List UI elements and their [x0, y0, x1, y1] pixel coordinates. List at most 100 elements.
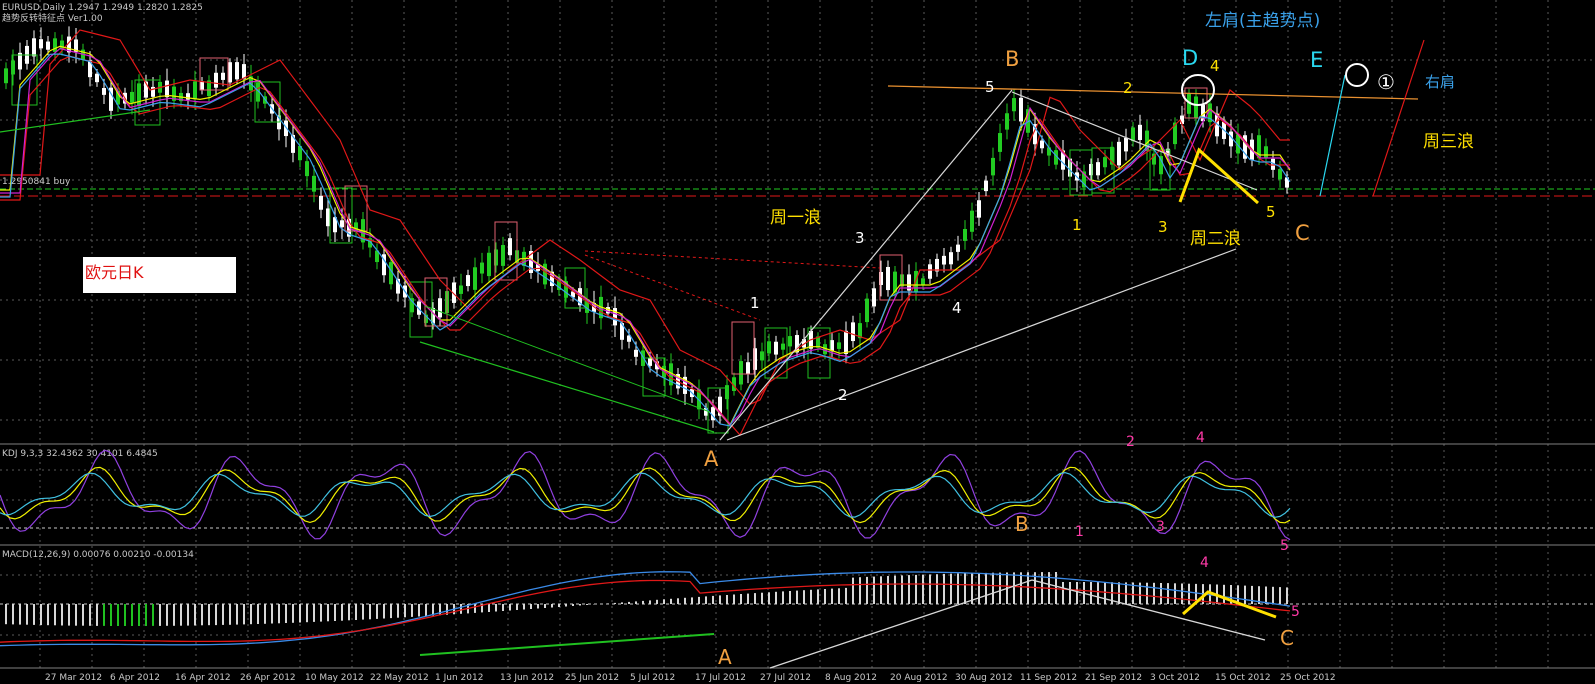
candle-body [501, 245, 505, 266]
x-axis-label: 10 May 2012 [305, 673, 364, 683]
x-axis-label: 13 Jun 2012 [500, 673, 554, 683]
kdj-label-5: 5 [1280, 538, 1289, 554]
x-axis-label: 15 Oct 2012 [1215, 673, 1271, 683]
candle-body [788, 336, 792, 347]
candle-body [928, 264, 932, 279]
label-D-main: D [1182, 46, 1198, 70]
candle-body [1131, 127, 1135, 142]
x-axis-label: 3 Oct 2012 [1150, 673, 1200, 683]
x-axis-label: 25 Oct 2012 [1280, 673, 1336, 683]
x-axis-label: 25 Jun 2012 [565, 673, 619, 683]
candle-body [508, 238, 512, 256]
candle-body [487, 252, 491, 277]
candle-body [32, 38, 36, 57]
candle-body [4, 68, 8, 84]
label-right-shoulder: 右肩 [1425, 73, 1455, 91]
candle-body [956, 244, 960, 252]
candle-body [340, 220, 344, 228]
label-2-wave: 2 [838, 386, 848, 404]
label-4-wave: 4 [952, 299, 962, 317]
candle-body [186, 93, 190, 100]
label-E-main: E [1310, 48, 1323, 72]
candle-body [459, 285, 463, 294]
label-wave-week3: 周三浪 [1423, 132, 1474, 152]
candle-body [165, 80, 169, 98]
label-5-upper: 5 [1266, 203, 1276, 221]
candle-body [53, 38, 57, 52]
label-C-main: C [1295, 221, 1310, 245]
candle-body [1012, 98, 1016, 112]
macd-label-4: 4 [1200, 555, 1209, 571]
candle-body [95, 73, 99, 83]
price-tag: 1.2950841 buy [2, 177, 71, 187]
candle-body [865, 298, 869, 323]
x-axis-label: 27 Jul 2012 [760, 673, 811, 683]
label-3-wave: 3 [855, 229, 865, 247]
candle-body [1264, 146, 1268, 158]
candle-body [193, 81, 197, 100]
candle-body [473, 267, 477, 290]
x-axis-label: 1 Jun 2012 [435, 673, 483, 683]
kdj-label-4: 4 [1196, 430, 1205, 446]
candle-body [963, 229, 967, 241]
indicator-line: 趋势反转特征点 Ver1.00 [2, 12, 103, 24]
candle-body [1124, 137, 1128, 152]
candle-body [830, 340, 834, 351]
candle-body [46, 41, 50, 50]
candle-body [480, 262, 484, 274]
candle-body [851, 322, 855, 342]
candle-body [1019, 97, 1023, 122]
label-top-title: 左肩(主趋势点) [1205, 11, 1320, 31]
candle-body [200, 81, 204, 91]
candle-body [921, 278, 925, 286]
candle-body [130, 91, 134, 103]
x-axis-label: 8 Aug 2012 [825, 673, 877, 683]
candle-body [837, 342, 841, 349]
candle-body [1117, 141, 1121, 166]
macd-label-C: C [1280, 626, 1294, 650]
label-4-D: 4 [1210, 57, 1220, 75]
candle-body [228, 62, 232, 83]
x-axis-label: 16 Apr 2012 [175, 673, 231, 683]
label-5-B: 5 [985, 78, 995, 96]
kdj-header: KDJ 9,3,3 32.4362 30.4101 6.4845 [2, 449, 158, 459]
label-circled-one: ① [1377, 70, 1395, 94]
x-axis-label: 11 Sep 2012 [1020, 673, 1077, 683]
label-2-upper: 2 [1123, 79, 1133, 97]
macd-label-5: 5 [1291, 604, 1300, 620]
candle-body [767, 341, 771, 354]
candle-body [844, 330, 848, 354]
kdj-label-3: 3 [1156, 519, 1165, 535]
candle-body [326, 208, 330, 227]
symbol-line: EURUSD,Daily 1.2947 1.2949 1.2820 1.2825 [2, 3, 203, 13]
candle-body [214, 72, 218, 88]
candle-body [648, 358, 652, 366]
label-B-main: B [1005, 47, 1019, 71]
x-axis-label: 17 Jul 2012 [695, 673, 746, 683]
label-A-main: A [704, 447, 719, 471]
candle-body [886, 266, 890, 291]
candle-body [781, 343, 785, 350]
candle-body [739, 361, 743, 385]
candle-body [1040, 140, 1044, 149]
label-1-upper: 1 [1072, 216, 1082, 234]
candle-body [774, 341, 778, 355]
candle-body [305, 161, 309, 177]
candle-body [634, 349, 638, 357]
x-axis-label: 22 May 2012 [370, 673, 429, 683]
candle-body [466, 275, 470, 287]
label-wave-week2: 周二浪 [1190, 229, 1241, 249]
kdj-label-B: B [1015, 512, 1029, 536]
candle-body [1103, 157, 1107, 168]
candle-body [235, 62, 239, 80]
kdj-label-2: 2 [1126, 434, 1135, 450]
kdj-label-1: 1 [1075, 524, 1084, 540]
chart-canvas: EURUSD,Daily 1.2947 1.2949 1.2820 1.2825… [0, 0, 1595, 684]
candle-body [746, 362, 750, 374]
candle-body [312, 175, 316, 192]
candle-body [137, 83, 141, 107]
candle-body [977, 200, 981, 218]
candle-body [872, 288, 876, 307]
candle-body [984, 180, 988, 192]
candle-body [1005, 113, 1009, 130]
